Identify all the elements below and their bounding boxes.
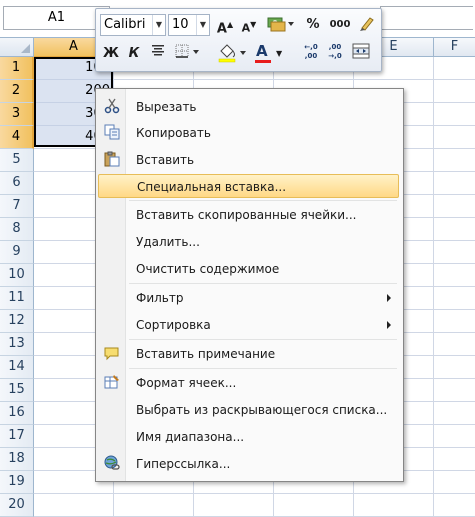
menu-item-label: Фильтр <box>136 291 184 305</box>
menu-item-label: Сортировка <box>136 318 211 332</box>
menu-item-cut[interactable]: Вырезать <box>98 95 399 119</box>
row-header-18[interactable]: 18 <box>0 448 34 471</box>
menu-item-hyperlink[interactable]: Гиперссылка... <box>98 452 399 476</box>
menu-item-label: Выбрать из раскрывающегося списка... <box>136 403 388 417</box>
menu-item-label: Вырезать <box>136 100 197 114</box>
menu-item-clear-contents[interactable]: Очистить содержимое <box>98 257 399 281</box>
increase-font-icon: A <box>216 21 227 37</box>
increase-font-button[interactable]: A▲ <box>214 14 236 36</box>
chevron-down-icon[interactable]: ▼ <box>152 15 165 35</box>
row-header-4[interactable]: 4 <box>0 126 34 149</box>
row-header-9[interactable]: 9 <box>0 241 34 264</box>
currency-icon <box>267 17 294 32</box>
menu-item-label: Очистить содержимое <box>136 262 280 276</box>
borders-icon <box>175 44 199 58</box>
comment-icon <box>103 345 121 363</box>
menu-item-copy[interactable]: Копировать <box>98 121 399 145</box>
row-header-13[interactable]: 13 <box>0 333 34 356</box>
fill-color-button[interactable] <box>216 43 250 65</box>
row-header-10[interactable]: 10 <box>0 264 34 287</box>
scissors-icon <box>103 98 121 116</box>
copy-icon <box>103 124 121 142</box>
menu-item-label: Специальная вставка... <box>137 180 287 194</box>
select-all-button[interactable] <box>0 38 34 57</box>
brush-icon <box>360 17 374 31</box>
menu-item-format-cells[interactable]: Формат ячеек... <box>98 371 399 395</box>
borders-button[interactable] <box>174 43 202 65</box>
menu-item-filter[interactable]: Фильтр <box>98 286 399 310</box>
menu-item-label: Формат ячеек... <box>136 376 237 390</box>
column-header-f[interactable]: F <box>434 38 475 57</box>
row-header-6[interactable]: 6 <box>0 172 34 195</box>
mini-toolbar: Calibri ▼ 10 ▼ A▲ A▼ % 000 Ж К A ▼ ←,0 ,… <box>95 8 382 72</box>
menu-item-insert-copied-cells[interactable]: Вставить скопированные ячейки... <box>98 203 399 227</box>
menu-item-pick-from-list[interactable]: Выбрать из раскрывающегося списка... <box>98 398 399 422</box>
hyperlink-icon <box>103 455 121 473</box>
font-size-value: 10 <box>172 17 189 32</box>
row-header-1[interactable]: 1 <box>0 57 34 80</box>
menu-item-sort[interactable]: Сортировка <box>98 313 399 337</box>
menu-item-paste-special[interactable]: Специальная вставка... <box>98 174 399 198</box>
menu-item-paste[interactable]: Вставить <box>98 148 399 172</box>
merge-center-button[interactable] <box>350 43 372 65</box>
menu-item-insert-comment[interactable]: Вставить примечание <box>98 342 399 366</box>
italic-button[interactable]: К <box>123 43 145 65</box>
font-color-icon: A <box>256 42 268 60</box>
row-header-19[interactable]: 19 <box>0 471 34 494</box>
menu-item-name-range[interactable]: Имя диапазона... <box>98 425 399 449</box>
decrease-decimal-button[interactable]: ,00 →,0 <box>324 43 346 65</box>
font-name-combo[interactable]: Calibri ▼ <box>100 14 166 36</box>
row-header-17[interactable]: 17 <box>0 425 34 448</box>
menu-item-label: Гиперссылка... <box>136 457 231 471</box>
format-painter-button[interactable] <box>356 14 378 36</box>
menu-separator <box>129 200 397 201</box>
font-color-swatch <box>255 60 271 63</box>
menu-separator <box>129 368 397 369</box>
menu-separator <box>129 339 397 340</box>
row-header-3[interactable]: 3 <box>0 103 34 126</box>
decrease-font-button[interactable]: A▼ <box>238 14 260 36</box>
menu-item-label: Удалить... <box>136 235 200 249</box>
percent-button[interactable]: % <box>302 14 324 36</box>
row-header-14[interactable]: 14 <box>0 356 34 379</box>
font-size-combo[interactable]: 10 ▼ <box>168 14 210 36</box>
row-header-20[interactable]: 20 <box>0 494 34 517</box>
align-center-button[interactable] <box>147 43 169 65</box>
chevron-right-icon <box>387 321 391 329</box>
menu-item-delete[interactable]: Удалить... <box>98 230 399 254</box>
row-header-16[interactable]: 16 <box>0 402 34 425</box>
menu-item-label: Вставить скопированные ячейки... <box>136 208 357 222</box>
paste-icon <box>103 151 121 169</box>
row-header-12[interactable]: 12 <box>0 310 34 333</box>
thousands-separator-button[interactable]: 000 <box>326 14 354 36</box>
row-header-8[interactable]: 8 <box>0 218 34 241</box>
bold-button[interactable]: Ж <box>100 43 122 65</box>
row-header-15[interactable]: 15 <box>0 379 34 402</box>
align-center-icon <box>152 45 164 56</box>
merge-cells-icon <box>352 43 370 59</box>
menu-item-label: Имя диапазона... <box>136 430 245 444</box>
chevron-down-icon: ▼ <box>276 49 283 58</box>
font-color-button[interactable]: A ▼ <box>254 42 288 65</box>
font-name-value: Calibri <box>104 17 146 32</box>
decrease-font-icon: A <box>241 21 251 35</box>
row-header-5[interactable]: 5 <box>0 149 34 172</box>
fill-bucket-icon <box>218 44 246 63</box>
name-box[interactable]: A1 <box>3 6 110 30</box>
row-header-7[interactable]: 7 <box>0 195 34 218</box>
menu-separator <box>129 283 397 284</box>
accounting-format-button[interactable] <box>264 14 296 36</box>
menu-item-label: Вставить примечание <box>136 347 276 361</box>
chevron-right-icon <box>387 294 391 302</box>
formula-input[interactable] <box>380 6 473 30</box>
chevron-down-icon[interactable]: ▼ <box>196 15 209 35</box>
menu-item-label: Копировать <box>136 126 211 140</box>
increase-decimal-button[interactable]: ←,0 ,00 <box>300 43 322 65</box>
row-header-11[interactable]: 11 <box>0 287 34 310</box>
format-cells-icon <box>103 374 121 392</box>
context-menu: Вырезать Копировать Вставить Специальная… <box>95 88 404 482</box>
row-header-2[interactable]: 2 <box>0 80 34 103</box>
menu-item-label: Вставить <box>136 153 195 167</box>
